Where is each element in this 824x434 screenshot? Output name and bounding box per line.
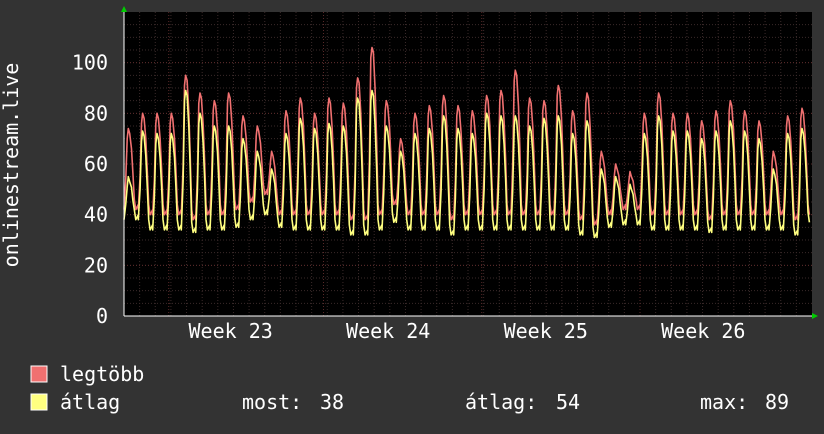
y-tick-label: 20 (84, 253, 108, 277)
stat-max-label: max: (700, 390, 748, 414)
x-tick-label: Week 24 (346, 319, 430, 343)
legend-swatch-max (30, 365, 48, 383)
chart-svg: 0 20 40 60 80 100 Week 23 Week 24 Week 25 Week 26… (0, 6, 818, 414)
y-tick-label: 0 (96, 304, 108, 328)
stat-max-value: 89 (765, 390, 789, 414)
stat-now-label: most: (242, 390, 302, 414)
y-axis-label: onlinestream.live (0, 63, 23, 268)
y-tick-label: 60 (84, 152, 108, 176)
stat-avg-value: 54 (556, 390, 580, 414)
x-tick-label: Week 26 (661, 319, 745, 343)
x-tick-label: Week 25 (504, 319, 588, 343)
chart-container: 0 20 40 60 80 100 Week 23 Week 24 Week 25 Week 26… (0, 0, 824, 430)
legend-swatch-avg (30, 393, 48, 411)
x-axis-arrow (812, 313, 818, 319)
y-tick-label: 80 (84, 101, 108, 125)
y-tick-label: 100 (72, 51, 108, 75)
y-tick-label: 40 (84, 203, 108, 227)
legend-label-max: legtöbb (60, 362, 144, 386)
stat-now-value: 38 (320, 390, 344, 414)
y-axis-arrow (121, 6, 127, 12)
stat-avg-label: átlag: (465, 390, 537, 414)
x-tick-label: Week 23 (188, 319, 272, 343)
legend-label-avg: átlag (60, 390, 120, 414)
